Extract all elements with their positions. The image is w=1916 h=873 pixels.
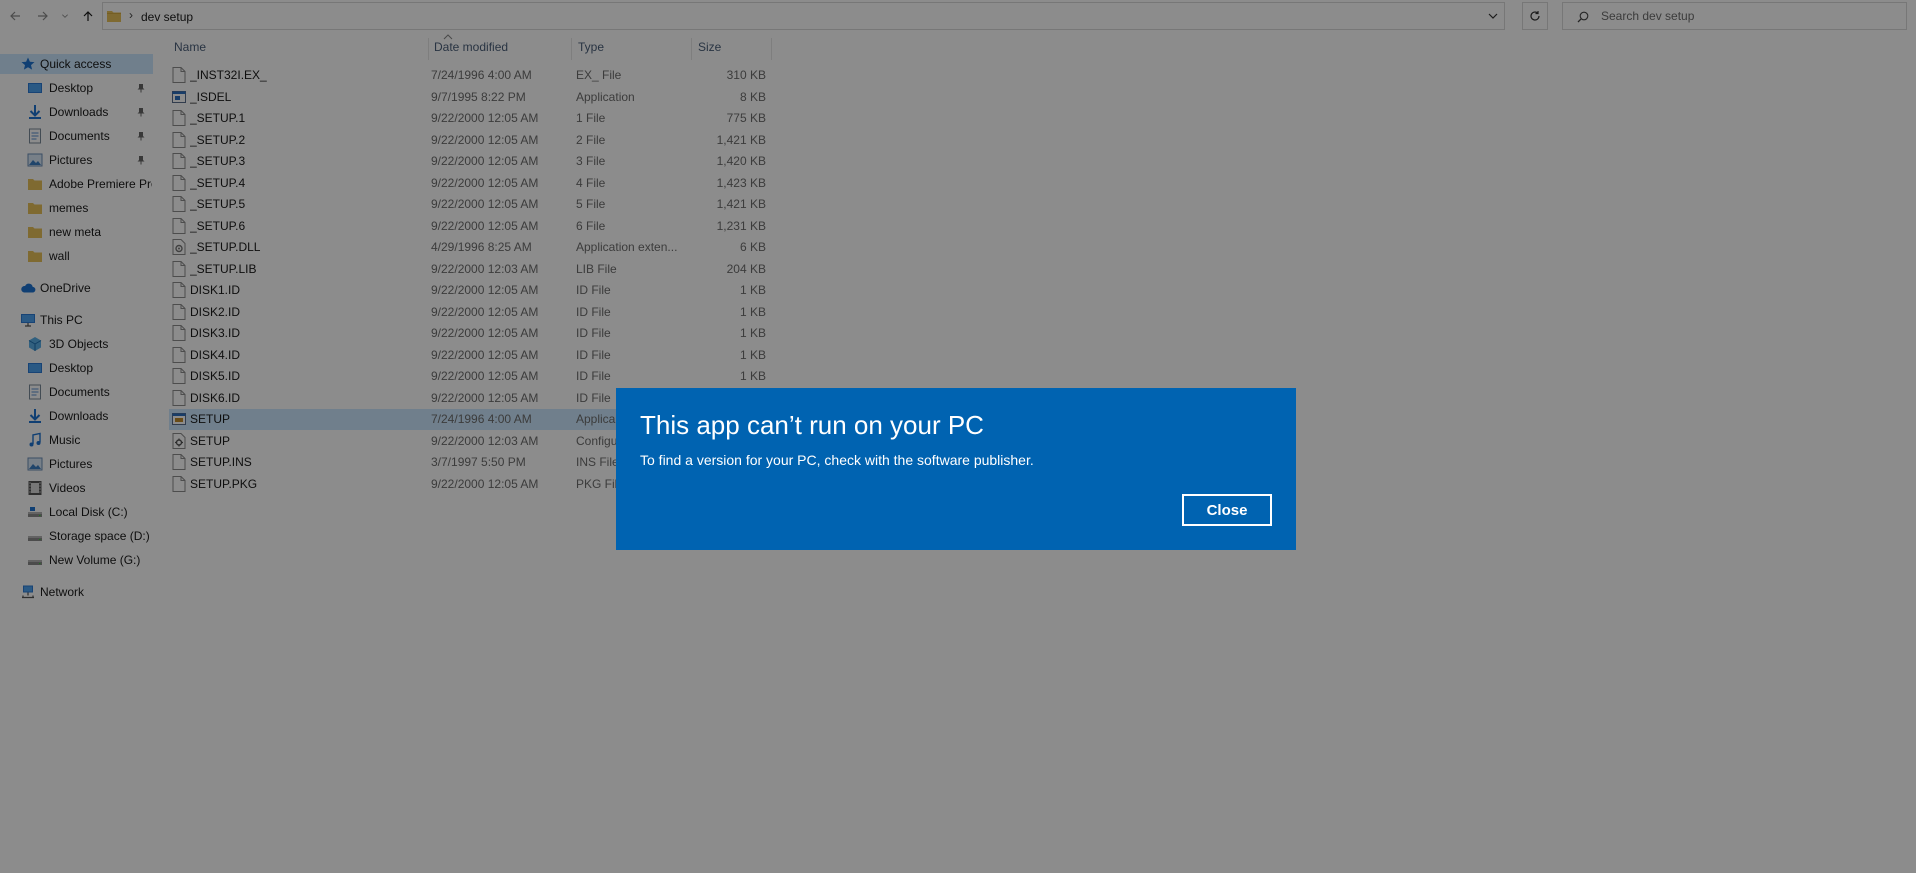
close-button[interactable]: Close [1182,494,1272,526]
dialog-title: This app can’t run on your PC [640,410,984,440]
app-cant-run-dialog: This app can’t run on your PC To find a … [616,388,1296,550]
dialog-message: To find a version for your PC, check wit… [640,452,1034,468]
